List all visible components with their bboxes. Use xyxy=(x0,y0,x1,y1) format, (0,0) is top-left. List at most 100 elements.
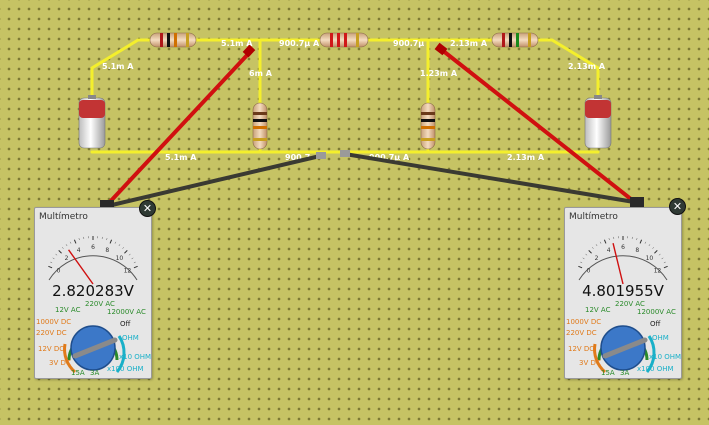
gauge-minor-tick xyxy=(50,261,53,264)
gauge-minor-tick xyxy=(599,241,602,244)
current-label-top-right-inner: 2.13m A xyxy=(450,39,488,48)
gauge-minor-tick xyxy=(128,253,131,256)
wires xyxy=(90,38,600,154)
current-label-top-right-outer: 2.13m A xyxy=(568,62,606,71)
dial-label-3a: 3A xyxy=(90,369,99,377)
dial-label-1000v-dc: 1000V DC xyxy=(36,318,71,326)
gauge-tick-label: 8 xyxy=(635,247,639,254)
analog-gauge: 02 4 6 8 1012 xyxy=(48,236,138,285)
gauge-tick xyxy=(133,265,138,269)
dial-label-x100-ohm: x100 OHM xyxy=(107,365,144,373)
gauge-minor-tick xyxy=(62,247,64,249)
dial-label-15a: 15A xyxy=(71,369,85,377)
gauge-minor-tick xyxy=(582,257,585,260)
probe-lead-left-positive[interactable] xyxy=(105,50,252,207)
resistor-r3[interactable] xyxy=(491,32,539,48)
current-label-bottom-left: 5.1m A xyxy=(165,153,197,162)
gauge-ticks: 02 4 6 8 1012 xyxy=(578,236,668,274)
resistor-r1[interactable] xyxy=(149,32,197,48)
selector-dial[interactable]: 12V AC 220V AC 12000V AC 1000V DC 220V D… xyxy=(565,300,681,378)
current-label-branch-right: 1.23m A xyxy=(420,69,458,78)
gauge-minor-tick xyxy=(658,253,661,256)
gauge-minor-tick xyxy=(131,257,134,260)
gauge-tick-label: 10 xyxy=(646,255,654,262)
gauge-minor-tick xyxy=(106,238,108,241)
gauge-tick-label: 2 xyxy=(65,255,69,262)
dial-label-off: Off xyxy=(120,320,131,328)
probe-tip-right-negative[interactable] xyxy=(340,150,350,157)
gauge-needle xyxy=(68,249,94,285)
gauge-tick-label: 12 xyxy=(124,267,132,274)
gauge-minor-tick xyxy=(595,244,598,247)
gauge-tick xyxy=(578,265,583,269)
dial-label-12v-dc: 12V DC xyxy=(38,345,64,353)
dial-label-12000v-ac: 12000V AC xyxy=(637,308,676,316)
dial-label-12v-ac: 12V AC xyxy=(55,306,81,314)
current-label-top-mid: 900.7μ A xyxy=(279,39,320,48)
current-label-bottom-right: 2.13m A xyxy=(507,153,545,162)
dial-label-15a: 15A xyxy=(601,369,615,377)
analog-gauge: 02 4 6 8 1012 xyxy=(578,236,668,285)
dial-label-220v-ac: 220V AC xyxy=(85,300,115,308)
gauge-tick-label: 10 xyxy=(116,255,124,262)
gauge-tick-label: 0 xyxy=(587,267,591,274)
gauge-minor-tick xyxy=(592,247,594,249)
gauge-tick xyxy=(73,239,77,244)
gauge-minor-tick xyxy=(65,244,68,247)
dial-label-1000v-dc: 1000V DC xyxy=(566,318,601,326)
gauge-minor-tick xyxy=(118,244,121,247)
gauge-minor-tick xyxy=(608,238,610,241)
selector-dial[interactable]: 12V AC 220V AC 12000V AC 1000V DC 220V D… xyxy=(35,300,151,378)
dial-label-12000v-ac: 12000V AC xyxy=(107,308,146,316)
gauge-tick xyxy=(124,250,128,254)
gauge-minor-tick xyxy=(652,247,654,249)
multimeter-left[interactable]: Multímetro 0 2 4 6 8 10 12 2.820283V 12V AC 22… xyxy=(34,207,152,379)
gauge-tick xyxy=(588,250,592,254)
dial-label-x10-ohm: x10 OHM xyxy=(119,353,151,361)
gauge-tick-label: 4 xyxy=(77,247,81,254)
gauge-minor-tick xyxy=(648,244,651,247)
multimeter-left-close-button[interactable]: ✕ xyxy=(139,200,156,217)
dial-label-ohm: OHM xyxy=(652,334,669,342)
multimeter-title: Multímetro xyxy=(39,212,88,222)
resistor-r5[interactable] xyxy=(420,102,436,150)
dial-label-12v-dc: 12V DC xyxy=(568,345,594,353)
gauge-tick-label: 6 xyxy=(91,244,95,251)
gauge-minor-tick xyxy=(114,241,117,244)
multimeter-title: Multímetro xyxy=(569,212,618,222)
probe-plug-right xyxy=(630,197,644,207)
current-labels: 5.1m A 5.1m A 900.7μ A 900.7μ 2.13m A 2.… xyxy=(102,39,606,162)
gauge-minor-tick xyxy=(55,253,58,256)
dial-label-220v-dc: 220V DC xyxy=(36,329,67,337)
gauge-tick xyxy=(58,250,62,254)
dial-label-220v-ac: 220V AC xyxy=(615,300,645,308)
current-label-top-left: 5.1m A xyxy=(102,62,134,71)
gauge-tick-label: 6 xyxy=(621,244,625,251)
gauge-tick-label: 4 xyxy=(607,247,611,254)
probe-tip-left-negative[interactable] xyxy=(316,152,326,159)
multimeter-right-close-button[interactable]: ✕ xyxy=(669,198,686,215)
battery-left[interactable] xyxy=(78,95,106,149)
multimeter-right[interactable]: Multímetro 0 2 4 6 8 10 12 4.801955V 12V AC 22… xyxy=(564,207,682,379)
dial-label-3a: 3A xyxy=(620,369,629,377)
current-label-top-mid-right: 900.7μ xyxy=(393,39,424,48)
gauge-minor-tick xyxy=(133,261,136,264)
gauge-minor-tick xyxy=(580,261,583,264)
gauge-minor-tick xyxy=(52,257,55,260)
probe-lead-right-negative[interactable] xyxy=(343,152,642,205)
gauge-ticks: 02 4 6 8 1012 xyxy=(48,236,138,274)
multimeter-reading: 2.820283V xyxy=(52,282,134,300)
dial-label-x10-ohm: x10 OHM xyxy=(649,353,681,361)
gauge-tick xyxy=(663,265,668,269)
resistor-r4[interactable] xyxy=(252,102,268,150)
dial-label-ohm: OHM xyxy=(122,334,139,342)
gauge-tick xyxy=(639,239,643,244)
gauge-tick-label: 0 xyxy=(57,267,61,274)
battery-right[interactable] xyxy=(584,95,612,149)
resistor-r2[interactable] xyxy=(319,32,369,48)
gauge-tick xyxy=(48,265,53,269)
dial-label-3v-dc: 3V DC xyxy=(579,359,601,367)
dial-label-12v-ac: 12V AC xyxy=(585,306,611,314)
gauge-tick xyxy=(654,250,658,254)
gauge-tick-label: 12 xyxy=(654,267,662,274)
